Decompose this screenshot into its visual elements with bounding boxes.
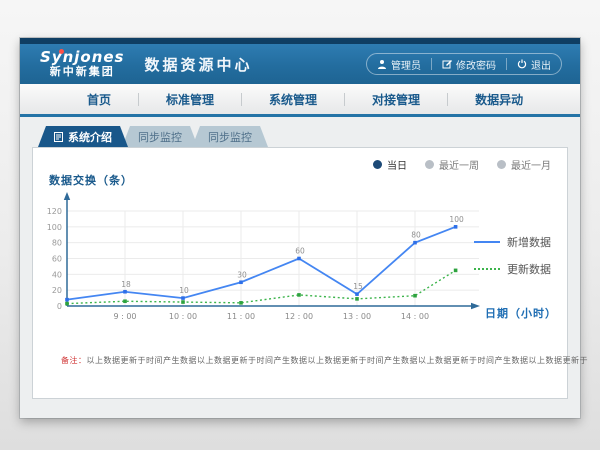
- tab-label: 系统介绍: [68, 129, 112, 145]
- svg-text:120: 120: [47, 207, 62, 216]
- tab-bar: 系统介绍 同步监控 同步监控: [38, 126, 262, 147]
- admin-user-button[interactable]: 管理员: [367, 54, 431, 74]
- radio-label: 当日: [387, 157, 407, 172]
- user-menu-label: 修改密码: [456, 57, 496, 72]
- svg-text:30: 30: [237, 270, 247, 279]
- nav-item-home[interactable]: 首页: [60, 91, 138, 108]
- app-window: Synjones 新中新集团 数据资源中心 管理员 修改密码: [20, 38, 580, 418]
- radio-icon: [373, 160, 382, 169]
- logo-accent-dot: [59, 49, 64, 54]
- page-title: 数据资源中心: [145, 54, 253, 75]
- legend-line-dotted: [474, 268, 500, 270]
- nav-item-standard-mgmt[interactable]: 标准管理: [139, 91, 241, 108]
- legend-item-updated-data[interactable]: 更新数据: [474, 261, 551, 277]
- svg-text:10: 10: [179, 286, 189, 295]
- app-header: Synjones 新中新集团 数据资源中心 管理员 修改密码: [20, 44, 580, 84]
- y-axis-title: 数据交换（条）: [49, 172, 133, 188]
- radio-label: 最近一月: [511, 157, 551, 172]
- content-panel: 当日 最近一周 最近一月 数据交换（条） 0 20 40 60 80 100 120 9 : …: [32, 147, 568, 399]
- document-icon: [54, 132, 63, 142]
- svg-text:40: 40: [52, 270, 62, 279]
- note-prefix: 备注：: [61, 356, 87, 365]
- legend-label: 新增数据: [507, 234, 551, 250]
- company-logo: Synjones 新中新集团: [40, 50, 125, 78]
- legend-item-new-data[interactable]: 新增数据: [474, 234, 551, 250]
- logo-text-en: Synjones: [40, 50, 125, 65]
- radio-today[interactable]: 当日: [373, 157, 407, 172]
- svg-text:20: 20: [52, 286, 62, 295]
- radio-icon: [425, 160, 434, 169]
- tab-sync-monitor-1[interactable]: 同步监控: [122, 126, 198, 147]
- user-icon: [377, 59, 387, 69]
- change-password-button[interactable]: 修改密码: [432, 54, 506, 74]
- nav-item-system-mgmt[interactable]: 系统管理: [242, 91, 344, 108]
- svg-text:9 : 00: 9 : 00: [113, 312, 136, 321]
- power-icon: [517, 59, 527, 69]
- svg-text:80: 80: [52, 239, 62, 248]
- svg-text:100: 100: [449, 215, 464, 224]
- user-menu: 管理员 修改密码 退出: [366, 53, 562, 75]
- tab-sync-monitor-2[interactable]: 同步监控: [192, 126, 268, 147]
- logo-text-cn: 新中新集团: [50, 65, 115, 78]
- svg-text:0: 0: [57, 302, 62, 311]
- chart-legend: 新增数据 更新数据: [474, 234, 551, 277]
- svg-text:60: 60: [295, 247, 305, 256]
- svg-text:10 : 00: 10 : 00: [169, 312, 197, 321]
- svg-text:80: 80: [411, 231, 421, 240]
- logout-button[interactable]: 退出: [507, 54, 561, 74]
- radio-icon: [497, 160, 506, 169]
- legend-label: 更新数据: [507, 261, 551, 277]
- tab-system-intro[interactable]: 系统介绍: [38, 126, 128, 147]
- nav-item-interface-mgmt[interactable]: 对接管理: [345, 91, 447, 108]
- svg-text:12 : 00: 12 : 00: [285, 312, 313, 321]
- tab-label: 同步监控: [208, 129, 252, 145]
- line-chart: 0 20 40 60 80 100 120 9 : 00 10 : 00 11 : 00 12 : …: [37, 188, 487, 342]
- legend-line-solid: [474, 241, 500, 243]
- radio-last-week[interactable]: 最近一周: [425, 157, 479, 172]
- svg-text:15: 15: [353, 282, 363, 291]
- edit-icon: [442, 59, 452, 69]
- tab-label: 同步监控: [138, 129, 182, 145]
- note-text: 以上数据更新于时间产生数据以上数据更新于时间产生数据以上数据更新于时间产生数据以…: [87, 356, 589, 365]
- svg-text:18: 18: [121, 280, 131, 289]
- main-nav: 首页 标准管理 系统管理 对接管理 数据异动: [20, 84, 580, 117]
- user-menu-label: 退出: [531, 57, 551, 72]
- svg-text:11 : 00: 11 : 00: [227, 312, 255, 321]
- svg-text:13 : 00: 13 : 00: [343, 312, 371, 321]
- x-axis-title: 日期（小时）: [485, 305, 557, 321]
- radio-label: 最近一周: [439, 157, 479, 172]
- radio-last-month[interactable]: 最近一月: [497, 157, 551, 172]
- time-range-filter: 当日 最近一周 最近一月: [373, 157, 551, 172]
- svg-text:100: 100: [47, 223, 62, 232]
- nav-item-data-change[interactable]: 数据异动: [448, 91, 550, 108]
- svg-text:60: 60: [52, 255, 62, 264]
- user-menu-label: 管理员: [391, 57, 421, 72]
- svg-text:14 : 00: 14 : 00: [401, 312, 429, 321]
- footer-note: 备注：以上数据更新于时间产生数据以上数据更新于时间产生数据以上数据更新于时间产生…: [61, 355, 588, 366]
